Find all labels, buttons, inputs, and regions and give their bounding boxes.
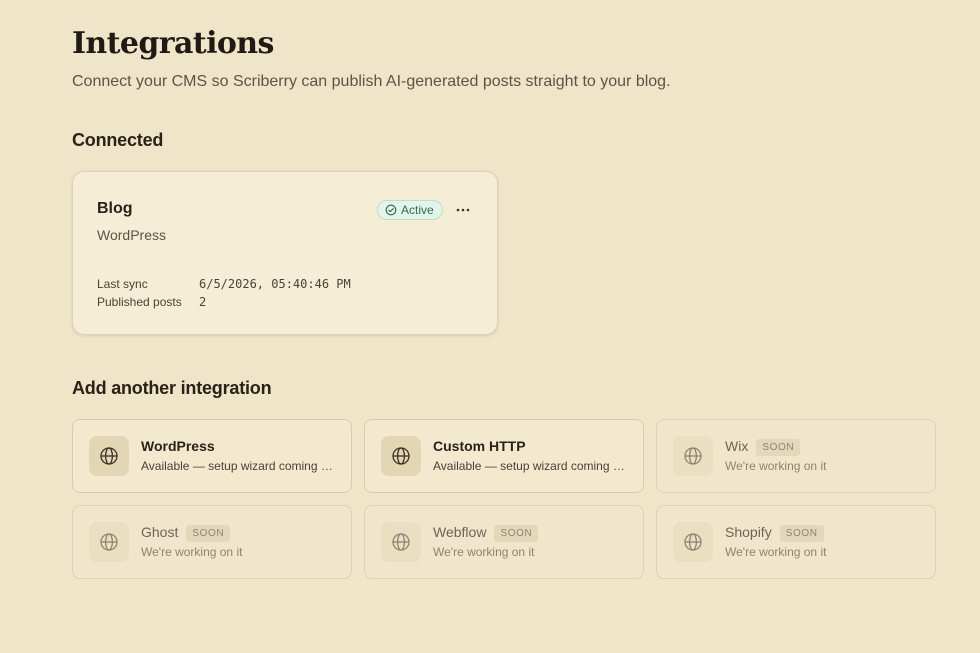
- integration-provider: WordPress: [97, 227, 166, 243]
- integration-option-wix: Wix SOON We're working on it: [656, 419, 936, 493]
- soon-badge: SOON: [779, 525, 824, 542]
- integration-icon-box: [89, 436, 129, 476]
- integration-name: Blog: [97, 200, 133, 217]
- status-badge: Active: [377, 200, 443, 220]
- more-options-button[interactable]: [453, 200, 473, 220]
- soon-badge: SOON: [756, 439, 801, 456]
- check-circle-icon: [385, 204, 397, 216]
- integration-icon-box: [673, 436, 713, 476]
- published-posts-label: Published posts: [97, 295, 182, 309]
- globe-icon: [100, 533, 118, 551]
- integration-option-desc: We're working on it: [725, 459, 827, 473]
- integration-option-name-row: Wix SOON: [725, 438, 801, 456]
- integration-option-name: Ghost: [141, 524, 179, 540]
- add-integration-section-title: Add another integration: [72, 378, 272, 398]
- published-posts-row: Published posts 2: [97, 295, 206, 309]
- globe-icon: [684, 533, 702, 551]
- globe-icon: [684, 447, 702, 465]
- ellipsis-icon: [456, 208, 470, 212]
- integration-icon-box: [673, 522, 713, 562]
- integration-option-desc: Available — setup wizard coming soon: [433, 459, 629, 473]
- page-subtitle: Connect your CMS so Scriberry can publis…: [72, 73, 671, 90]
- integration-icon-box: [89, 522, 129, 562]
- integration-option-name: Wix: [725, 438, 749, 454]
- status-label: Active: [401, 203, 434, 217]
- globe-icon: [392, 533, 410, 551]
- published-posts-value: 2: [199, 295, 207, 309]
- integration-icon-box: [381, 522, 421, 562]
- integration-option-name: Webflow: [433, 524, 487, 540]
- integration-option-wordpress[interactable]: WordPress Available — setup wizard comin…: [72, 419, 352, 493]
- integration-option-name: Custom HTTP: [433, 438, 526, 454]
- integration-option-shopify: Shopify SOON We're working on it: [656, 505, 936, 579]
- integration-icon-box: [381, 436, 421, 476]
- globe-icon: [100, 447, 118, 465]
- integration-option-name: Shopify: [725, 524, 772, 540]
- last-sync-label: Last sync: [97, 277, 148, 291]
- integration-option-webflow: Webflow SOON We're working on it: [364, 505, 644, 579]
- integration-option-custom-http[interactable]: Custom HTTP Available — setup wizard com…: [364, 419, 644, 493]
- integration-option-desc: Available — setup wizard coming soon: [141, 459, 337, 473]
- last-sync-row: Last sync 6/5/2026, 05:40:46 PM: [97, 277, 351, 291]
- integration-option-desc: We're working on it: [725, 545, 827, 559]
- integration-option-name-row: Shopify SOON: [725, 524, 824, 542]
- integration-option-name-row: Webflow SOON: [433, 524, 539, 542]
- connected-section-title: Connected: [72, 130, 164, 150]
- integration-option-ghost: Ghost SOON We're working on it: [72, 505, 352, 579]
- soon-badge: SOON: [494, 525, 539, 542]
- integration-option-desc: We're working on it: [141, 545, 243, 559]
- soon-badge: SOON: [186, 525, 231, 542]
- last-sync-value: 6/5/2026, 05:40:46 PM: [199, 277, 351, 291]
- page-title: Integrations: [72, 26, 274, 61]
- integration-option-desc: We're working on it: [433, 545, 535, 559]
- connected-integration-card: Blog WordPress Active Last sync 6/5/2026,…: [72, 171, 498, 335]
- globe-icon: [392, 447, 410, 465]
- integration-option-name-row: Ghost SOON: [141, 524, 231, 542]
- integration-option-name: WordPress: [141, 438, 215, 454]
